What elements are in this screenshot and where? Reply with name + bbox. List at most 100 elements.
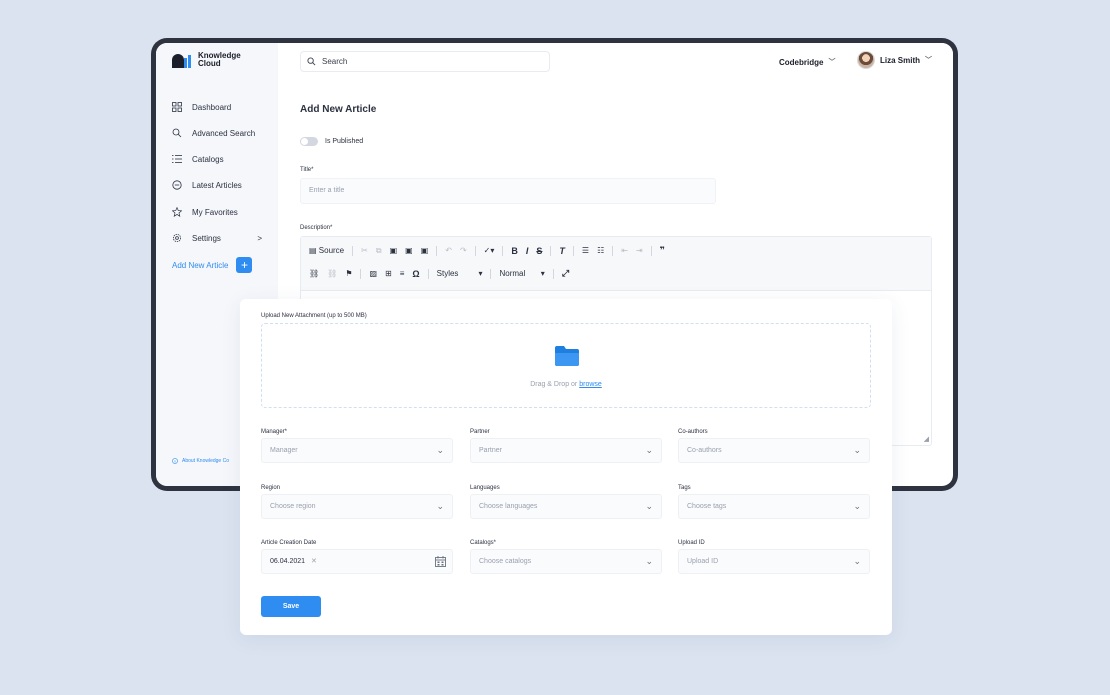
- company-selector[interactable]: Codebridge ﹀: [779, 57, 835, 67]
- outdent-icon[interactable]: ⇤: [621, 246, 628, 255]
- sidebar-item-my-favorites[interactable]: My Favorites: [172, 207, 238, 217]
- coauthors-select[interactable]: Co-authors ⌄: [678, 438, 870, 463]
- search-icon: [172, 128, 182, 138]
- drop-text: Drag & Drop or browse: [262, 381, 870, 388]
- app-logo[interactable]: Knowledge Cloud: [172, 51, 241, 69]
- search-box[interactable]: [300, 51, 550, 72]
- horizontal-rule-icon[interactable]: ≡: [400, 269, 405, 278]
- chevron-right-icon: >: [257, 233, 262, 243]
- source-label: Source: [318, 246, 345, 255]
- manager-placeholder: Manager: [270, 447, 298, 454]
- creation-date-picker[interactable]: 06.04.2021 ✕: [261, 549, 453, 574]
- upload-id-select[interactable]: Upload ID ⌄: [678, 549, 870, 574]
- copy-icon[interactable]: ⧉: [376, 246, 382, 256]
- toggle-label: Is Published: [325, 138, 364, 145]
- tags-select[interactable]: Choose tags ⌄: [678, 494, 870, 519]
- toolbar-separator: [550, 245, 552, 256]
- sidebar-item-latest-articles[interactable]: Latest Articles: [172, 180, 242, 190]
- editor-toolbar: ▤ Source ✂ ⧉ ▣ ▣ ▣ ↶ ↷ ✓▾ B I S T ☰ ☷ ⇤ …: [301, 237, 931, 291]
- styles-dropdown[interactable]: Styles ▾: [437, 269, 483, 278]
- sidebar-item-advanced-search[interactable]: Advanced Search: [172, 128, 255, 138]
- toolbar-separator: [552, 268, 554, 279]
- region-select[interactable]: Choose region ⌄: [261, 494, 453, 519]
- toolbar-separator: [352, 245, 354, 256]
- coauthors-placeholder: Co-authors: [687, 447, 722, 454]
- toolbar-separator: [474, 245, 476, 256]
- image-icon[interactable]: ▨: [369, 269, 377, 278]
- bullet-list-icon[interactable]: ☷: [597, 246, 604, 255]
- calendar-icon[interactable]: [435, 556, 446, 567]
- bold-icon[interactable]: B: [511, 246, 518, 256]
- italic-icon[interactable]: I: [526, 246, 529, 256]
- folder-icon: [555, 346, 579, 366]
- sidebar-item-catalogs[interactable]: Catalogs: [172, 154, 224, 164]
- chevron-down-icon: ⌄: [436, 501, 444, 511]
- file-dropzone[interactable]: Drag & Drop or browse: [261, 323, 871, 408]
- undo-icon[interactable]: ↶: [445, 246, 452, 255]
- upload-id-label: Upload ID: [678, 540, 705, 546]
- chevron-down-icon: ⌄: [645, 556, 653, 566]
- table-icon[interactable]: ⊞: [385, 269, 392, 278]
- drop-instruction: Drag & Drop or: [530, 381, 580, 388]
- logo-icon: [172, 51, 194, 69]
- cut-icon[interactable]: ✂: [361, 246, 368, 255]
- save-button[interactable]: Save: [261, 596, 321, 617]
- browse-link[interactable]: browse: [579, 381, 602, 388]
- manager-select[interactable]: Manager ⌄: [261, 438, 453, 463]
- description-label: Description*: [300, 225, 333, 231]
- grid-icon: [172, 102, 182, 112]
- indent-icon[interactable]: ⇥: [636, 246, 643, 255]
- is-published-toggle[interactable]: Is Published: [300, 137, 363, 146]
- sidebar-item-settings[interactable]: Settings >: [172, 233, 262, 243]
- search-icon: [307, 57, 316, 66]
- add-new-article-link[interactable]: Add New Article +: [172, 257, 253, 273]
- plus-icon[interactable]: +: [236, 257, 253, 273]
- star-icon: [172, 207, 182, 217]
- link-icon[interactable]: ⛓: [309, 269, 319, 278]
- tags-label: Tags: [678, 485, 691, 491]
- unlink-icon[interactable]: ⛓: [327, 269, 337, 278]
- toolbar-separator: [360, 268, 362, 279]
- toolbar-separator: [490, 268, 492, 279]
- creation-date-label: Article Creation Date: [261, 540, 317, 546]
- toolbar-separator: [572, 245, 574, 256]
- catalogs-placeholder: Choose catalogs: [479, 558, 532, 565]
- paste-icon[interactable]: ▣: [390, 246, 398, 255]
- strikethrough-icon[interactable]: S: [536, 246, 542, 256]
- title-input[interactable]: Enter a title: [300, 178, 716, 204]
- partner-label: Partner: [470, 429, 490, 435]
- clear-date-icon[interactable]: ✕: [311, 558, 317, 565]
- special-char-icon[interactable]: Ω: [412, 269, 419, 279]
- chevron-down-icon: ⌄: [853, 445, 861, 455]
- search-input[interactable]: [322, 57, 522, 66]
- format-dropdown[interactable]: Normal ▾: [499, 269, 544, 278]
- about-link[interactable]: About Knowledge Co: [172, 458, 229, 464]
- spellcheck-icon[interactable]: ✓▾: [484, 246, 495, 255]
- toolbar-separator: [650, 245, 652, 256]
- user-menu[interactable]: Liza Smith ﹀: [857, 51, 932, 69]
- numbered-list-icon[interactable]: ☰: [582, 246, 589, 255]
- chevron-down-icon: ⌄: [853, 556, 861, 566]
- anchor-flag-icon[interactable]: ⚑: [345, 269, 352, 278]
- info-icon: [172, 458, 178, 464]
- languages-placeholder: Choose languages: [479, 503, 538, 510]
- remove-format-icon[interactable]: T: [559, 246, 565, 256]
- maximize-icon[interactable]: ⤢: [562, 268, 569, 279]
- redo-icon[interactable]: ↷: [460, 246, 467, 255]
- toggle-switch[interactable]: [300, 137, 318, 146]
- coauthors-label: Co-authors: [678, 429, 708, 435]
- paste-word-icon[interactable]: ▣: [421, 246, 429, 255]
- add-article-label: Add New Article: [172, 260, 229, 270]
- manager-label: Manager*: [261, 429, 288, 435]
- languages-select[interactable]: Choose languages ⌄: [470, 494, 662, 519]
- toolbar-separator: [436, 245, 438, 256]
- resize-handle-icon[interactable]: ◢: [924, 435, 929, 443]
- sidebar-item-dashboard[interactable]: Dashboard: [172, 102, 231, 112]
- sidebar-item-label: Settings: [192, 233, 221, 243]
- partner-select[interactable]: Partner ⌄: [470, 438, 662, 463]
- toolbar-separator: [502, 245, 504, 256]
- catalogs-select[interactable]: Choose catalogs ⌄: [470, 549, 662, 574]
- blockquote-icon[interactable]: ❞: [660, 245, 665, 256]
- paste-text-icon[interactable]: ▣: [405, 246, 413, 255]
- source-button[interactable]: ▤ Source: [309, 246, 344, 255]
